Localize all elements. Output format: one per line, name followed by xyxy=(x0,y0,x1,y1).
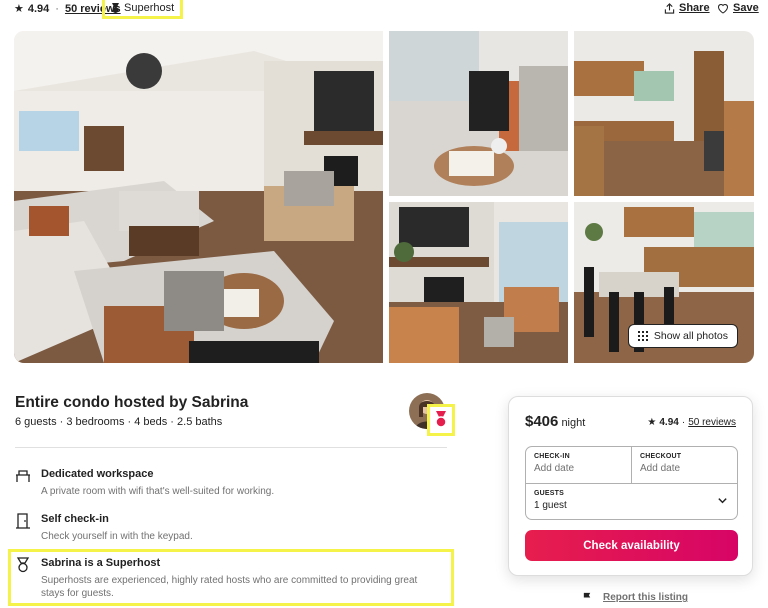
photo-kitchen[interactable] xyxy=(574,31,754,196)
checkin-field[interactable]: CHECK-IN Add date xyxy=(526,447,632,484)
share-button[interactable]: Share xyxy=(664,2,710,14)
report-label: Report this listing xyxy=(603,592,688,603)
flag-icon xyxy=(583,592,591,603)
checkout-field[interactable]: CHECKOUT Add date xyxy=(632,447,738,484)
photo-gallery: Show all photos xyxy=(14,31,754,363)
card-rating-value: 4.94 xyxy=(659,417,679,428)
superhost-label: Superhost xyxy=(124,2,175,14)
checkin-value: Add date xyxy=(534,463,575,474)
grid-icon xyxy=(637,331,648,341)
star-icon: ★ xyxy=(14,3,24,15)
save-label: Save xyxy=(733,2,759,14)
checkout-label: CHECKOUT xyxy=(640,453,682,460)
nightly-price: $406 night xyxy=(525,413,585,430)
report-listing-link[interactable]: Report this listing xyxy=(582,592,688,603)
guests-select[interactable]: GUESTS 1 guest xyxy=(526,484,738,520)
feature-title: Dedicated workspace xyxy=(41,468,154,480)
price-value: $406 xyxy=(525,413,559,430)
feature-self-checkin: Self check-in Check yourself in with the… xyxy=(15,513,447,547)
separator-dot: · xyxy=(55,2,59,15)
superhost-medal-icon xyxy=(435,411,447,428)
share-icon xyxy=(664,2,675,14)
card-reviews-link[interactable]: 50 reviews xyxy=(688,417,736,428)
chevron-down-icon xyxy=(718,498,727,504)
date-guest-picker: CHECK-IN Add date CHECKOUT Add date GUES… xyxy=(525,446,738,520)
workspace-icon xyxy=(16,470,30,482)
separator-dot: · xyxy=(681,417,686,428)
show-all-photos-label: Show all photos xyxy=(653,330,728,342)
door-icon xyxy=(16,513,30,529)
photo-sofa-detail[interactable] xyxy=(389,31,568,196)
price-unit: night xyxy=(561,417,586,429)
heart-icon xyxy=(717,3,729,14)
feature-workspace: Dedicated workspace A private room with … xyxy=(15,468,447,502)
superhost-highlight xyxy=(8,549,454,606)
host-superhost-badge xyxy=(427,404,455,436)
share-label: Share xyxy=(679,2,710,14)
check-availability-button[interactable]: Check availability xyxy=(525,530,738,561)
guests-label: GUESTS xyxy=(534,490,564,497)
rating-value: 4.94 xyxy=(27,2,50,15)
listing-title: Entire condo hosted by Sabrina xyxy=(15,394,249,411)
card-rating: ★ 4.94 · 50 reviews xyxy=(647,417,736,428)
star-icon: ★ xyxy=(647,417,657,428)
show-all-photos-button[interactable]: Show all photos xyxy=(627,324,738,348)
feature-description: A private room with wifi that's well-sui… xyxy=(41,486,275,497)
guests-value: 1 guest xyxy=(534,500,567,511)
checkin-label: CHECK-IN xyxy=(534,453,570,460)
listing-header-bar: ★ 4.94 · 50 reviews Superhost Share Save xyxy=(14,0,759,19)
booking-card: $406 night ★ 4.94 · 50 reviews CHECK-IN … xyxy=(508,396,753,576)
feature-title: Self check-in xyxy=(41,513,109,525)
superhost-badge: Superhost xyxy=(102,0,184,19)
superhost-medal-icon xyxy=(112,2,119,13)
feature-description: Check yourself in with the keypad. xyxy=(41,531,193,542)
checkout-value: Add date xyxy=(640,463,681,474)
listing-summary: 6 guests · 3 bedrooms · 4 beds · 2.5 bat… xyxy=(15,416,223,428)
section-divider xyxy=(15,447,447,448)
photo-living-room[interactable] xyxy=(14,31,383,363)
save-button[interactable]: Save xyxy=(717,2,759,14)
photo-fireplace[interactable] xyxy=(389,202,568,363)
